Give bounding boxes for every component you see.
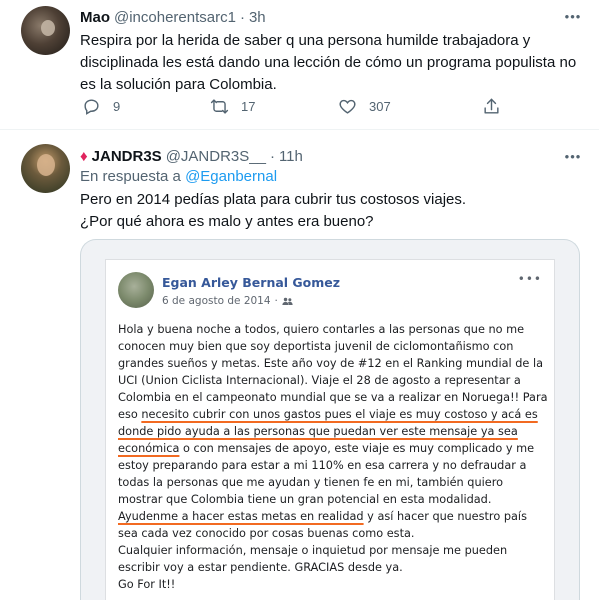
- heart-icon: [339, 99, 356, 114]
- fb-avatar: [118, 272, 154, 308]
- tweet-header: ♦ JANDR3S @JANDR3S__ · 11h: [80, 148, 303, 165]
- attached-image[interactable]: Egan Arley Bernal Gomez 6 de agosto de 2…: [80, 239, 580, 600]
- separator-dot: ·: [239, 9, 245, 26]
- timestamp[interactable]: 3h: [249, 9, 266, 26]
- tweet-actions: 9 17 307: [78, 97, 538, 121]
- reply-count: 9: [113, 99, 121, 114]
- fb-post-date: 6 de agosto de 2014: [162, 295, 271, 307]
- mention-link[interactable]: @Eganbernal: [185, 168, 277, 185]
- tweet[interactable]: Mao @incoherentsarc1 · 3h ••• Respira po…: [0, 0, 599, 130]
- separator-dot: ·: [269, 148, 275, 165]
- fb-post-body: Hola y buena noche a todos, quiero conta…: [118, 321, 548, 593]
- more-options-icon[interactable]: •••: [563, 146, 583, 166]
- fb-post-meta: 6 de agosto de 2014 ·: [162, 295, 293, 307]
- retweet-button[interactable]: 17: [210, 97, 255, 116]
- avatar[interactable]: [21, 6, 70, 55]
- retweet-count: 17: [241, 99, 256, 114]
- retweet-icon: [210, 99, 229, 114]
- reply-button[interactable]: 9: [82, 97, 120, 116]
- tweet-text: Pero en 2014 pedías plata para cubrir tu…: [80, 189, 580, 233]
- avatar[interactable]: [21, 144, 70, 193]
- facebook-post-screenshot: Egan Arley Bernal Gomez 6 de agosto de 2…: [105, 259, 555, 600]
- separator-dot: ·: [274, 295, 278, 307]
- display-name[interactable]: JANDR3S: [92, 148, 162, 165]
- fb-text: Hola y buena noche a todos, quiero conta…: [118, 323, 548, 421]
- share-icon: [484, 98, 499, 114]
- tweet-header: Mao @incoherentsarc1 · 3h: [80, 9, 266, 26]
- friends-icon: [282, 297, 293, 305]
- share-button[interactable]: [482, 97, 513, 116]
- fb-author-name: Egan Arley Bernal Gomez: [162, 275, 341, 290]
- reply-prefix: En respuesta a: [80, 168, 181, 185]
- user-handle[interactable]: @incoherentsarc1: [114, 9, 236, 26]
- like-button[interactable]: 307: [338, 97, 391, 116]
- user-handle[interactable]: @JANDR3S__: [166, 148, 266, 165]
- timestamp[interactable]: 11h: [279, 148, 303, 165]
- diamond-emoji-icon: ♦: [80, 148, 88, 165]
- tweet-text-line: Pero en 2014 pedías plata para cubrir tu…: [80, 191, 467, 208]
- tweet[interactable]: ♦ JANDR3S @JANDR3S__ · 11h ••• En respue…: [0, 131, 599, 600]
- fb-paragraph: Cualquier información, mensaje o inquiet…: [118, 544, 508, 574]
- like-count: 307: [369, 99, 391, 114]
- reply-icon: [84, 99, 99, 115]
- tweet-text: Respira por la herida de saber q una per…: [80, 32, 577, 93]
- display-name[interactable]: Mao: [80, 9, 110, 26]
- reply-context: En respuesta a @Eganbernal: [80, 168, 277, 185]
- tweet-text-line: ¿Por qué ahora es malo y antes era bueno…: [80, 213, 374, 230]
- fb-text: o con mensajes de apoyo, este viaje es m…: [118, 442, 535, 506]
- more-options-icon[interactable]: •••: [563, 6, 583, 26]
- fb-paragraph: Hola y buena noche a todos, quiero conta…: [118, 321, 548, 542]
- fb-paragraph: Go For It!!: [118, 578, 176, 591]
- fb-underlined-text: Ayudenme a hacer estas metas en realidad: [118, 510, 364, 523]
- fb-more-icon: •••: [517, 272, 542, 286]
